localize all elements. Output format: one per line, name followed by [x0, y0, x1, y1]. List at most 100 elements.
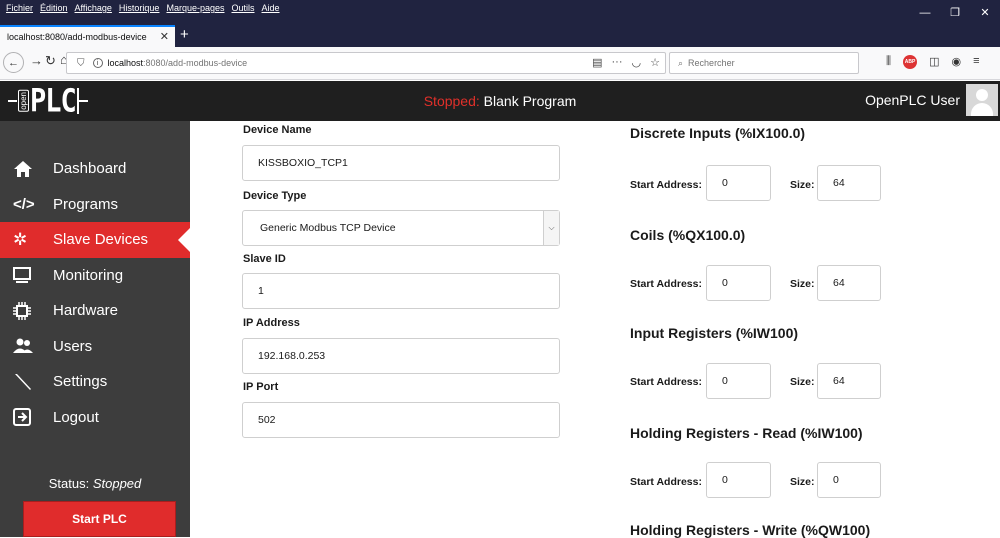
home-icon — [13, 160, 39, 178]
url-path: :8080/add-modbus-device — [143, 58, 248, 68]
sidebar-nav: Dashboard </> Programs ✲ Slave Devices M… — [0, 151, 190, 435]
sidebar-item-monitoring[interactable]: Monitoring — [0, 258, 190, 294]
holding-read-start-field[interactable]: 0 — [706, 462, 771, 498]
input-registers-title: Input Registers (%IW100) — [630, 325, 799, 341]
menu-items: Fichier Édition Affichage Historique Mar… — [0, 0, 280, 13]
input-registers-start-label: Start Address: — [630, 376, 702, 388]
menu-marque-pages[interactable]: Marque-pages — [166, 3, 224, 13]
sidebar-item-label: Logout — [53, 408, 99, 426]
page-actions-icon[interactable]: ··· — [612, 56, 623, 69]
device-name-field[interactable]: KISSBOXIO_TCP1 — [242, 145, 560, 181]
reader-view-icon[interactable]: ▤ — [592, 56, 602, 69]
status-label: Status: — [48, 476, 90, 491]
adblock-icon[interactable]: ABP — [903, 55, 918, 69]
coils-size-label: Size: — [790, 278, 815, 290]
library-icon[interactable]: ⫼ — [886, 55, 891, 69]
discrete-start-field[interactable]: 0 — [706, 165, 771, 201]
user-menu[interactable]: OpenPLC User — [865, 84, 998, 116]
monitor-icon — [13, 267, 39, 284]
chip-icon — [13, 301, 39, 320]
menu-historique[interactable]: Historique — [119, 3, 160, 13]
plc-status: Status: Stopped — [0, 476, 190, 491]
device-name-label: Device Name — [243, 124, 312, 136]
menu-aide[interactable]: Aide — [262, 3, 280, 13]
restore-icon[interactable]: ❐ — [940, 0, 970, 25]
sidebar-item-users[interactable]: Users — [0, 329, 190, 365]
status-stopped: Stopped: — [423, 93, 480, 109]
hamburger-menu-icon[interactable]: ≡ — [973, 55, 979, 69]
sidebar-item-label: Monitoring — [53, 266, 124, 284]
sidebar-item-label: Slave Devices — [53, 231, 149, 249]
sidebar-item-slave-devices[interactable]: ✲ Slave Devices — [0, 222, 190, 258]
toolbar-icons: ⫼ ABP ◫ ◉ ≡ — [886, 55, 980, 69]
user-name: OpenPLC User — [865, 92, 960, 108]
sidebar-item-hardware[interactable]: Hardware — [0, 293, 190, 329]
program-status: Stopped: Blank Program — [0, 93, 1000, 109]
info-icon[interactable]: i — [92, 58, 103, 68]
coils-title: Coils (%QX100.0) — [630, 227, 746, 243]
gear-cluster-icon: ✲ — [13, 229, 28, 249]
reload-icon[interactable]: ↻ — [45, 53, 56, 69]
tab-title: localhost:8080/add-modbus-device — [7, 32, 147, 42]
sidebar: Dashboard </> Programs ✲ Slave Devices M… — [0, 121, 190, 537]
holding-read-size-field[interactable]: 0 — [817, 462, 881, 498]
slave-id-label: Slave ID — [243, 253, 286, 265]
sidebar-item-label: Hardware — [53, 302, 119, 320]
browser-tab[interactable]: localhost:8080/add-modbus-device ✕ — [0, 25, 175, 47]
ip-port-field[interactable]: 502 — [242, 402, 560, 438]
device-type-select[interactable]: Generic Modbus TCP Device ⌵ — [242, 210, 560, 246]
app-header: open PLC Stopped: Blank Program OpenPLC … — [0, 81, 1000, 121]
sidebar-item-programs[interactable]: </> Programs — [0, 187, 190, 223]
discrete-start-label: Start Address: — [630, 179, 702, 191]
close-window-icon[interactable]: ✕ — [970, 0, 1000, 25]
sidebar-item-label: Dashboard — [53, 160, 127, 178]
program-name: Blank Program — [483, 93, 577, 109]
sidebar-item-dashboard[interactable]: Dashboard — [0, 151, 190, 187]
browser-menubar: Fichier Édition Affichage Historique Mar… — [0, 0, 1000, 25]
tracking-shield-icon[interactable]: ⛉ — [77, 58, 85, 69]
back-arrow-icon[interactable]: ← — [3, 52, 24, 73]
url-bar[interactable]: ⛉ i localhost:8080/add-modbus-device ▤ ·… — [66, 52, 666, 74]
navigation-bar: ← → ↻ ⌂ ⛉ i localhost:8080/add-modbus-de… — [0, 47, 1000, 80]
device-type-label: Device Type — [243, 190, 307, 202]
search-input[interactable]: ⌕ Rechercher — [669, 52, 859, 74]
menu-fichier[interactable]: Fichier — [6, 3, 33, 13]
menu-edition[interactable]: Édition — [40, 3, 68, 13]
minimize-icon[interactable]: — — [910, 0, 940, 25]
coils-start-label: Start Address: — [630, 278, 702, 290]
search-placeholder: Rechercher — [688, 58, 735, 68]
slave-id-field[interactable]: 1 — [242, 273, 560, 309]
input-registers-start-field[interactable]: 0 — [706, 363, 771, 399]
input-registers-size-label: Size: — [790, 376, 815, 388]
sidebar-item-logout[interactable]: Logout — [0, 400, 190, 436]
coils-size-field[interactable]: 64 — [817, 265, 881, 301]
coils-start-field[interactable]: 0 — [706, 265, 771, 301]
start-plc-button[interactable]: Start PLC — [23, 501, 176, 537]
input-registers-size-field[interactable]: 64 — [817, 363, 881, 399]
avatar[interactable] — [966, 84, 998, 116]
bookmark-star-icon[interactable]: ☆ — [650, 56, 660, 69]
logout-icon — [13, 408, 39, 427]
new-tab-icon[interactable]: + — [180, 26, 189, 43]
holding-read-size-label: Size: — [790, 476, 815, 488]
discrete-size-field[interactable]: 64 — [817, 165, 881, 201]
sidebar-item-settings[interactable]: Settings — [0, 364, 190, 400]
users-icon — [13, 338, 39, 354]
discrete-size-label: Size: — [790, 179, 815, 191]
account-icon[interactable]: ◉ — [951, 55, 961, 69]
menu-affichage[interactable]: Affichage — [75, 3, 112, 13]
chevron-down-icon[interactable]: ⌵ — [543, 211, 559, 245]
sidebar-item-label: Programs — [53, 195, 119, 213]
sidebar-item-label: Settings — [53, 373, 108, 391]
code-icon: </> — [13, 195, 35, 213]
forward-arrow-icon[interactable]: → — [30, 53, 43, 68]
device-type-value: Generic Modbus TCP Device — [260, 222, 396, 234]
window-controls: — ❐ ✕ — [910, 0, 1000, 25]
wrench-icon — [13, 372, 39, 392]
holding-read-title: Holding Registers - Read (%IW100) — [630, 425, 863, 441]
close-tab-icon[interactable]: ✕ — [160, 30, 169, 43]
sidebar-toggle-icon[interactable]: ◫ — [929, 55, 939, 69]
menu-outils[interactable]: Outils — [232, 3, 255, 13]
pocket-icon[interactable]: ◡ — [632, 56, 642, 69]
ip-address-field[interactable]: 192.168.0.253 — [242, 338, 560, 374]
